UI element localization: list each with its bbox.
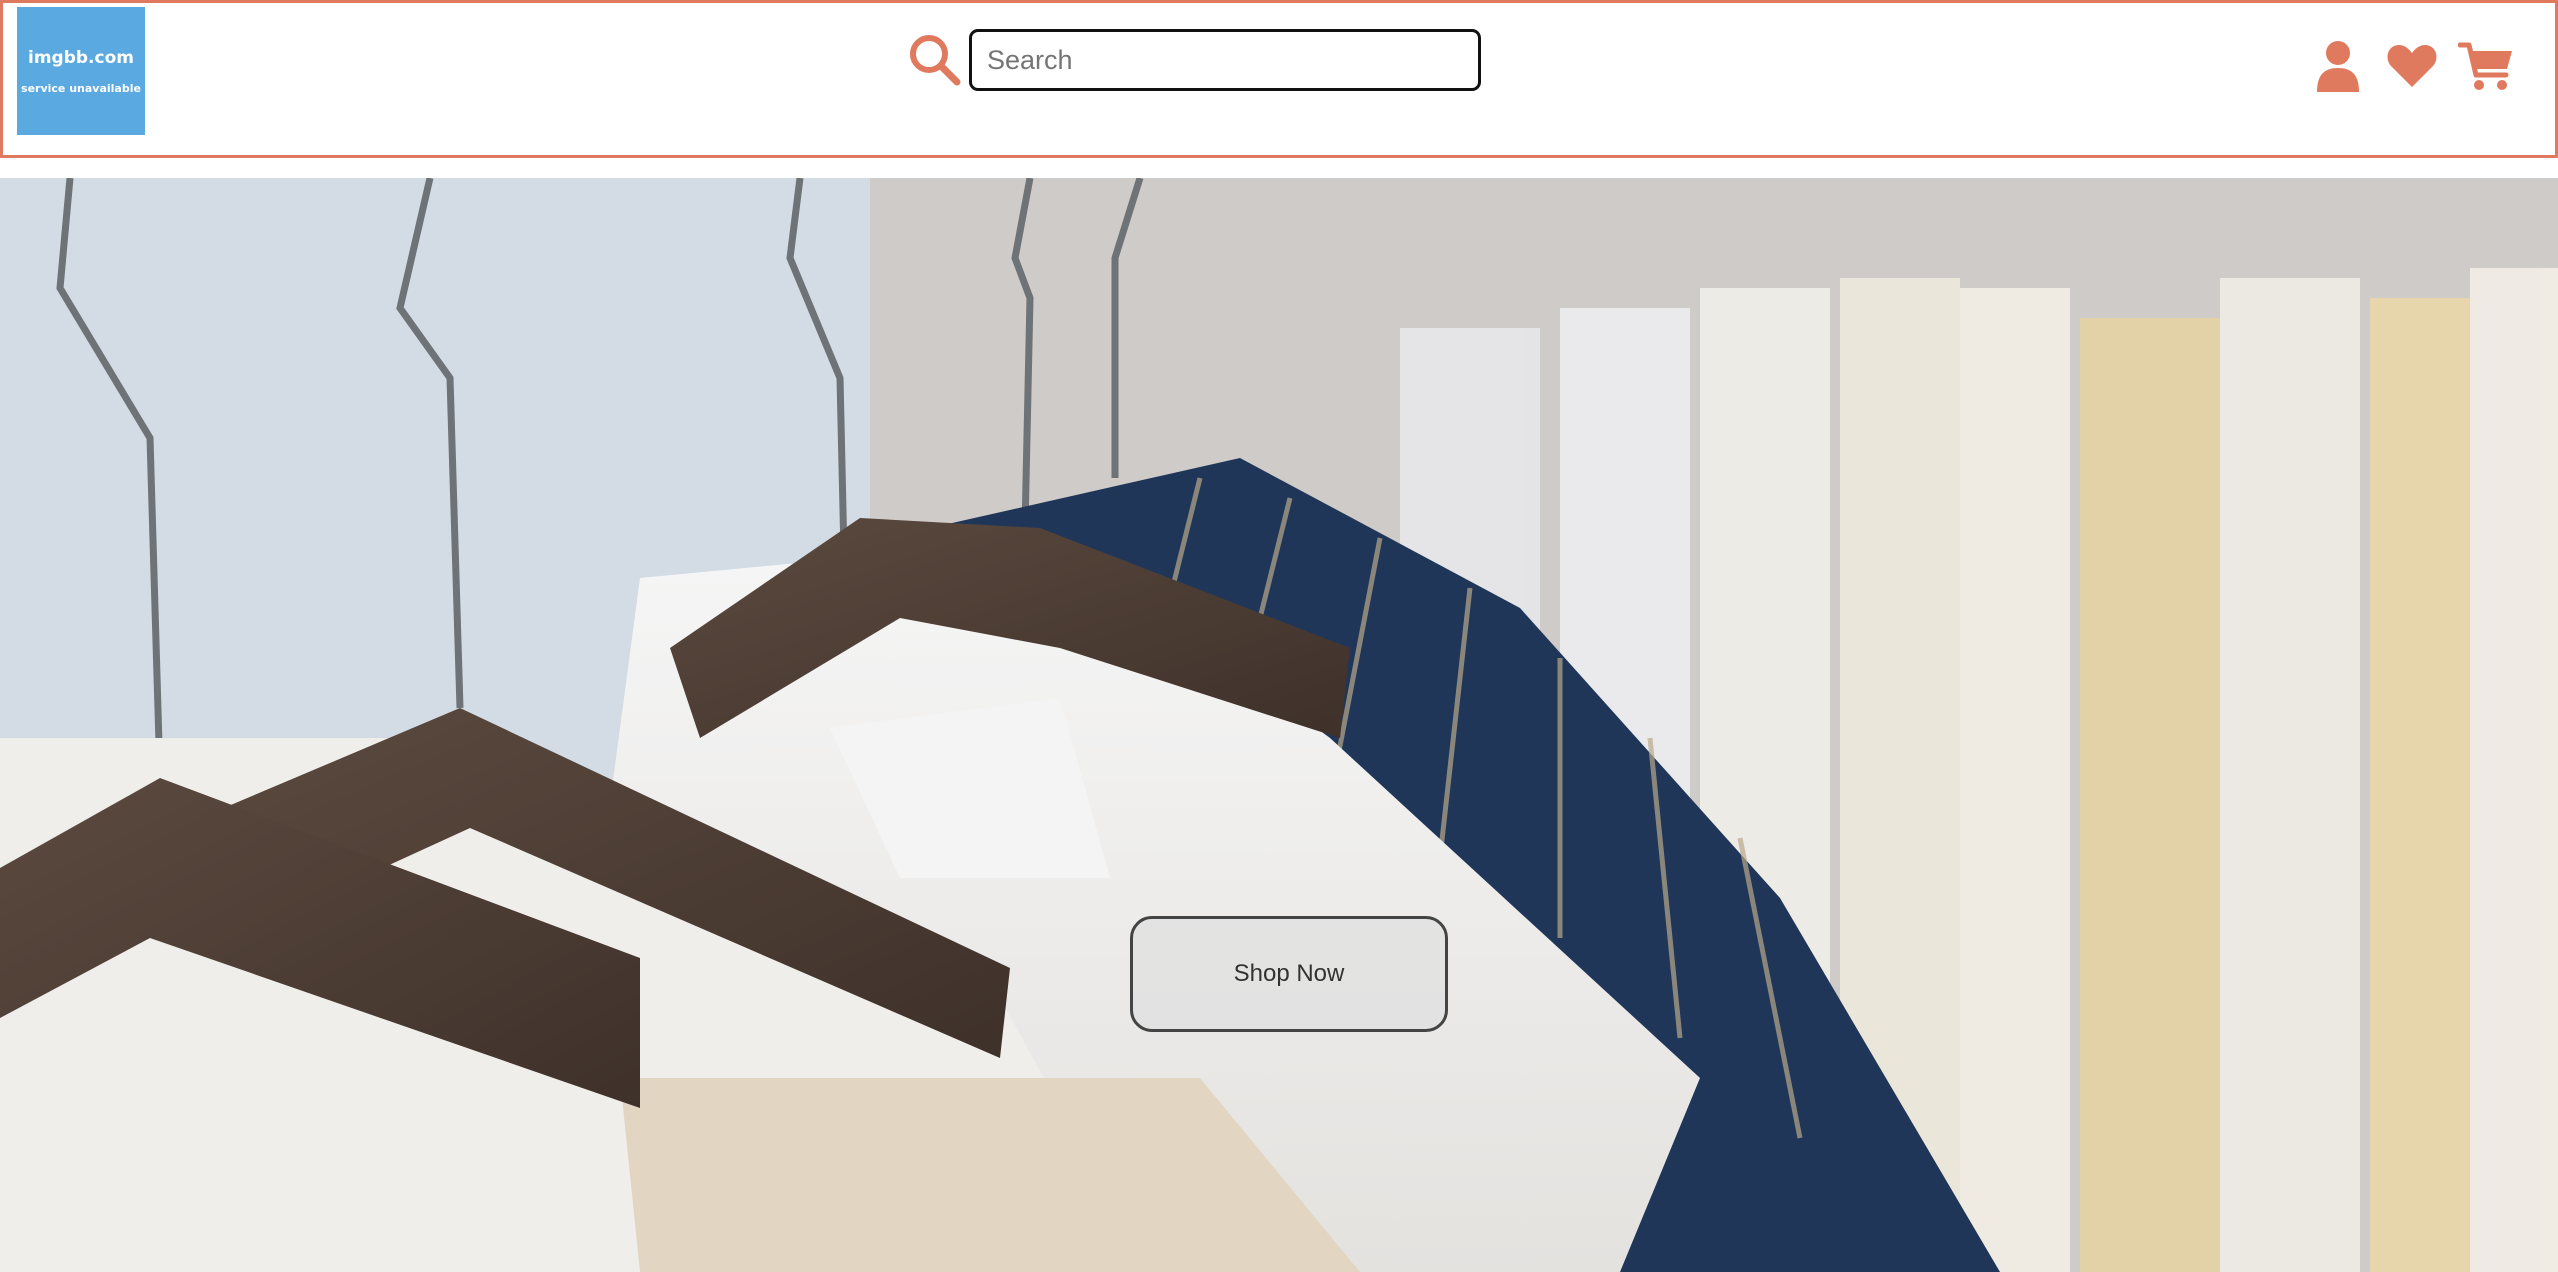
logo[interactable]: imgbb.com service unavailable [17,7,145,135]
search-bar [907,29,1481,91]
header-actions [2295,35,2517,97]
logo-subtitle: service unavailable [21,81,141,95]
user-icon[interactable] [2307,35,2369,97]
search-input[interactable] [969,29,1481,91]
hero-banner: Shop Now [0,178,2558,1272]
shop-now-button[interactable]: Shop Now [1130,916,1448,1032]
search-icon[interactable] [907,32,963,88]
cart-icon[interactable] [2455,35,2517,97]
site-header: imgbb.com service unavailable [0,0,2558,158]
heart-icon[interactable] [2381,35,2443,97]
hero-image [0,178,2558,1272]
logo-title: imgbb.com [28,47,134,68]
